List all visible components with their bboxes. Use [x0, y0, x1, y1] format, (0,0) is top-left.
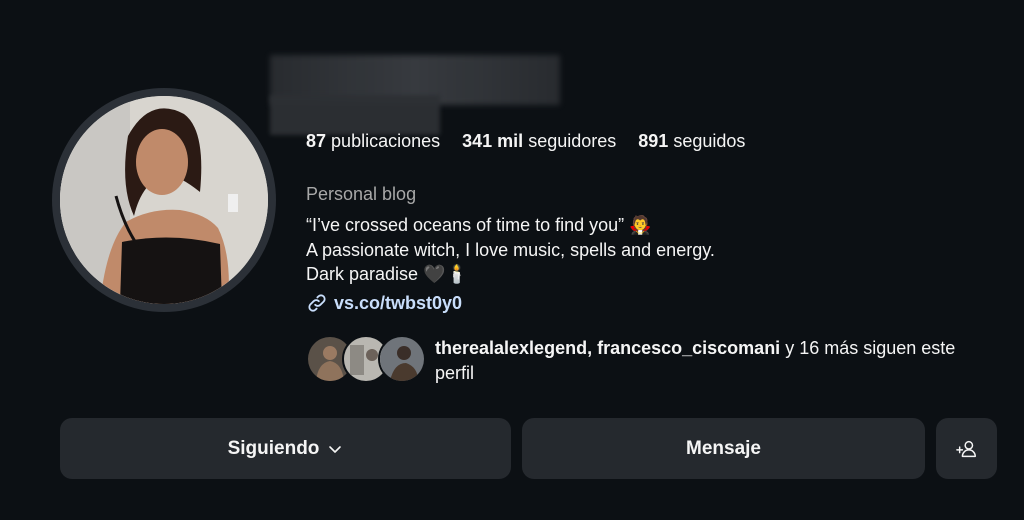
stat-following[interactable]: 891 seguidos [638, 131, 745, 152]
stat-followers[interactable]: 341 mil seguidores [462, 131, 616, 152]
following-count: 891 [638, 131, 669, 151]
stat-posts[interactable]: 87 publicaciones [306, 131, 440, 152]
follower-avatar-3 [378, 335, 426, 383]
add-person-icon [955, 440, 976, 457]
profile-link[interactable]: vs.co/twbst0y0 [306, 292, 462, 314]
username-redacted-secondary [270, 95, 440, 135]
avatar-photo [60, 96, 268, 304]
posts-count: 87 [306, 131, 327, 151]
profile-avatar[interactable] [60, 96, 268, 304]
message-button[interactable]: Mensaje [522, 418, 925, 479]
message-button-label: Mensaje [686, 437, 761, 459]
followers-label: seguidores [528, 131, 617, 151]
profile-stats: 87 publicaciones 341 mil seguidores 891 … [306, 131, 745, 152]
add-person-button[interactable] [936, 418, 997, 479]
chevron-down-icon [329, 445, 342, 453]
profile-category: Personal blog [306, 184, 417, 204]
followed-by-text[interactable]: therealalexlegend, francesco_ciscomani y… [435, 336, 995, 385]
follower-username-2[interactable]: francesco_ciscomani [597, 338, 780, 358]
profile-bio: “I’ve crossed oceans of time to find you… [306, 213, 715, 287]
link-icon [308, 294, 326, 312]
following-label: seguidos [673, 131, 746, 151]
profile-link-text: vs.co/twbst0y0 [334, 292, 463, 313]
following-button-label: Siguiendo [227, 437, 320, 459]
bio-line-1: “I’ve crossed oceans of time to find you… [306, 215, 652, 235]
follower-username-1[interactable]: therealalexlegend [435, 338, 587, 358]
bio-line-2: A passionate witch, I love music, spells… [306, 239, 715, 260]
following-button[interactable]: Siguiendo [60, 418, 511, 479]
bio-line-3: Dark paradise 🖤🕯️ [306, 264, 468, 284]
followers-count: 341 mil [462, 131, 524, 151]
followed-by-separator: , [587, 338, 598, 358]
posts-label: publicaciones [331, 131, 441, 151]
